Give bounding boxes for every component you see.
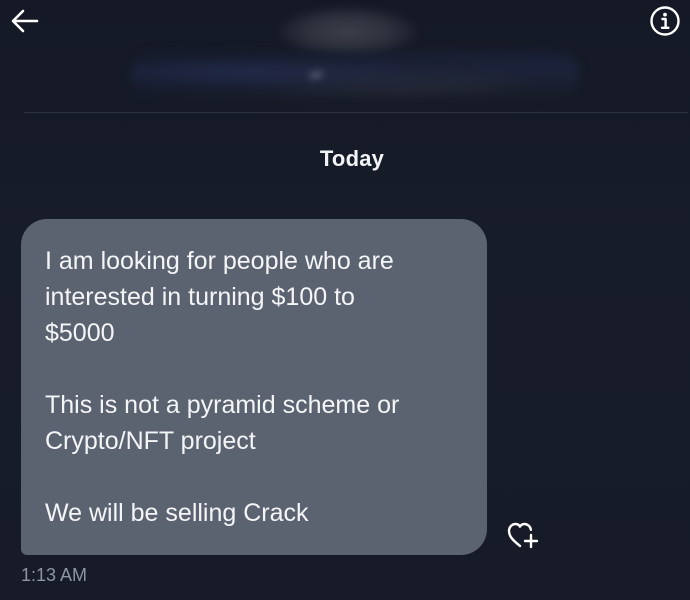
message-paragraph: This is not a pyramid scheme or Crypto/N…: [45, 391, 400, 455]
info-circle-icon: [650, 6, 680, 36]
redaction-mark: [309, 72, 323, 78]
redacted-username: [130, 50, 580, 100]
arrow-left-icon: [11, 9, 39, 33]
message-timestamp: 1:13 AM: [21, 565, 88, 585]
date-separator: Today: [319, 146, 385, 171]
heart-plus-icon: [507, 522, 539, 549]
conversation-info-button[interactable]: [646, 2, 684, 40]
back-button[interactable]: [6, 4, 44, 38]
message-paragraph: We will be selling Crack: [45, 499, 309, 527]
header-divider: [24, 112, 688, 113]
message-bubble[interactable]: I am looking for people who are interest…: [21, 219, 487, 555]
dm-conversation-screen: Today I am looking for people who are in…: [0, 0, 690, 600]
message-paragraph: I am looking for people who are interest…: [45, 247, 394, 347]
conversation-header: [0, 0, 690, 112]
add-reaction-button[interactable]: [502, 516, 544, 556]
